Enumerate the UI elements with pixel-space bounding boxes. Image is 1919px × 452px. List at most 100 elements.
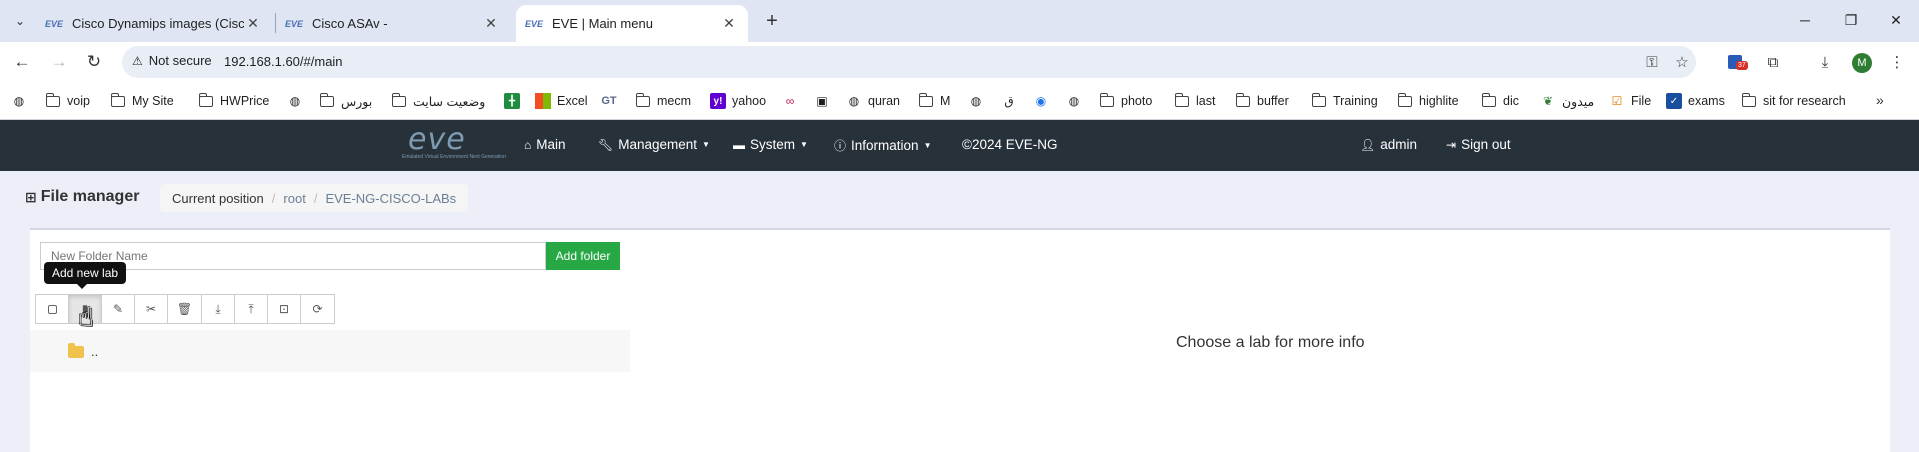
- checklist-icon: ☑: [1611, 94, 1623, 108]
- restore-icon[interactable]: ❐: [1828, 0, 1874, 40]
- delete-button[interactable]: 🗑︎: [168, 295, 201, 323]
- caret-down-icon: ▼: [800, 140, 808, 149]
- new-tab-button[interactable]: +: [758, 8, 786, 34]
- bookmark-my-site[interactable]: My Site: [110, 91, 174, 111]
- bookmark-bourse[interactable]: بورس: [319, 91, 372, 111]
- profile-avatar[interactable]: M: [1852, 53, 1872, 73]
- parent-folder-item[interactable]: ..: [68, 342, 98, 359]
- bookmark-quran[interactable]: ◍ quran: [846, 91, 900, 111]
- nav-information[interactable]: ⓘ Information ▼: [834, 137, 931, 154]
- rings-icon: ∞: [785, 94, 795, 108]
- tab-cisco-asav[interactable]: EVE Cisco ASAv - ✕: [276, 5, 510, 42]
- folder-icon: [1481, 92, 1496, 107]
- bookmark-image[interactable]: ▣: [814, 91, 836, 111]
- eve-logo[interactable]: eve Emulated Virtual Environment Next Ge…: [400, 122, 506, 164]
- gt-icon: GT: [601, 95, 617, 107]
- bookmark-excel[interactable]: Excel: [535, 91, 588, 111]
- bookmark-mecm[interactable]: mecm: [635, 91, 691, 111]
- nav-signout[interactable]: ⇥ Sign out: [1446, 137, 1511, 152]
- bookmark-arabic[interactable]: ق: [1001, 91, 1023, 111]
- user-icon: 👤︎: [1360, 137, 1376, 152]
- bookmark-photo[interactable]: photo: [1099, 91, 1152, 111]
- move-button[interactable]: ✂: [135, 295, 168, 323]
- pencil-icon: ✎: [112, 302, 124, 316]
- bookmark-edge[interactable]: ◉: [1033, 91, 1055, 111]
- bookmark-exams[interactable]: ✓ exams: [1666, 91, 1725, 111]
- export-button[interactable]: ⤓: [202, 295, 235, 323]
- bookmark-highlite[interactable]: highlite: [1397, 91, 1459, 111]
- bookmark-globe[interactable]: ◍: [287, 91, 309, 111]
- nav-management[interactable]: 🔧︎ Management ▼: [598, 137, 710, 152]
- scissors-icon: ✂: [145, 302, 157, 316]
- rename-button[interactable]: ✎: [102, 295, 135, 323]
- bookmark-meydoon[interactable]: ❦ میدون: [1540, 91, 1594, 111]
- bookmark-file[interactable]: ☑ File: [1609, 91, 1652, 111]
- nav-label: Main: [536, 137, 566, 152]
- browser-toolbar: ← → ↻ ⚠ Not secure 192.168.1.60/#/main ⚿…: [0, 42, 1919, 82]
- breadcrumb-current-folder[interactable]: EVE-NG-CISCO-LABs: [325, 191, 456, 206]
- reload-icon[interactable]: ↻: [80, 48, 108, 76]
- close-icon[interactable]: ✕: [720, 15, 738, 33]
- select-all-button[interactable]: [36, 295, 69, 323]
- bookmark-hwprice[interactable]: HWPrice: [198, 91, 269, 111]
- bookmark-m[interactable]: M: [918, 91, 950, 111]
- bookmark-sheets[interactable]: ╋: [504, 91, 526, 111]
- file-actions-group: ⤓ ⤒ ⊡ ⟳: [201, 294, 335, 324]
- close-icon[interactable]: ✕: [482, 15, 500, 33]
- bookmark-buffer[interactable]: buffer: [1235, 91, 1289, 111]
- toggle-view-button[interactable]: ⊡: [268, 295, 301, 323]
- add-folder-button[interactable]: Add folder: [546, 242, 620, 270]
- breadcrumb-separator: /: [313, 190, 318, 206]
- bookmark-sit-for-research[interactable]: sit for research: [1741, 91, 1846, 111]
- signout-icon: ⇥: [1446, 137, 1457, 152]
- bookmark-globe[interactable]: ◍: [1066, 91, 1088, 111]
- bookmark-label: Excel: [557, 94, 588, 108]
- back-icon[interactable]: ←: [8, 48, 36, 76]
- address-bar[interactable]: ⚠ Not secure 192.168.1.60/#/main ⚿ ☆: [122, 46, 1696, 78]
- breadcrumb-label: Current position: [172, 190, 264, 206]
- bookmark-label: sit for research: [1763, 94, 1846, 108]
- tab-cisco-dynamips[interactable]: EVE Cisco Dynamips images (Cisco ✕: [36, 5, 272, 42]
- nav-user[interactable]: 👤︎ admin: [1360, 137, 1417, 152]
- bookmark-last[interactable]: last: [1174, 91, 1215, 111]
- bookmark-rings[interactable]: ∞: [782, 91, 804, 111]
- extension-icon[interactable]: 37: [1724, 51, 1748, 73]
- puzzle-icon[interactable]: ⧉: [1762, 51, 1784, 73]
- nav-system[interactable]: ▬ System ▼: [733, 137, 808, 152]
- checkbox-icon: [47, 304, 57, 314]
- menu-kebab-icon[interactable]: ⋮: [1886, 51, 1908, 73]
- url-text[interactable]: 192.168.1.60/#/main: [224, 54, 343, 69]
- close-window-icon[interactable]: ✕: [1873, 0, 1919, 40]
- main-content: ⊞ File manager Current position / root /…: [0, 171, 1919, 452]
- refresh-button[interactable]: ⟳: [301, 295, 334, 323]
- bookmark-dic[interactable]: dic: [1481, 91, 1519, 111]
- security-indicator[interactable]: ⚠ Not secure: [132, 53, 212, 68]
- tab-eve-main-menu[interactable]: EVE EVE | Main menu ✕: [516, 5, 748, 42]
- forward-icon[interactable]: →: [45, 48, 73, 76]
- image-icon: ▣: [816, 94, 828, 108]
- close-icon[interactable]: ✕: [244, 15, 262, 33]
- download-icon[interactable]: ⤓: [1814, 51, 1836, 73]
- tab-title: EVE | Main menu: [552, 16, 653, 31]
- tab-search-button[interactable]: ⌄: [8, 9, 32, 33]
- globe-icon: ◍: [848, 94, 860, 108]
- bookmark-globe[interactable]: ◍: [968, 91, 990, 111]
- bookmark-yahoo[interactable]: y! yahoo: [710, 91, 766, 111]
- nav-main[interactable]: ⌂ Main: [524, 137, 566, 152]
- chevron-right-double-icon[interactable]: »: [1876, 92, 1884, 108]
- bookmark-label: dic: [1503, 94, 1519, 108]
- bookmark-gt[interactable]: GT: [601, 91, 623, 111]
- bookmark-label: My Site: [132, 94, 174, 108]
- bookmark-label: quran: [868, 94, 900, 108]
- yahoo-icon: y!: [710, 93, 726, 109]
- bookmark-star-icon[interactable]: ☆: [1672, 52, 1692, 72]
- bookmark-globe[interactable]: ◍: [11, 91, 33, 111]
- minimize-icon[interactable]: ─: [1782, 0, 1828, 40]
- bookmark-training[interactable]: Training: [1311, 91, 1378, 111]
- import-button[interactable]: ⤒: [235, 295, 268, 323]
- bookmark-voip[interactable]: voip: [45, 91, 90, 111]
- breadcrumb-root[interactable]: root: [283, 191, 305, 206]
- password-key-icon[interactable]: ⚿: [1642, 52, 1662, 72]
- bookmark-site-status[interactable]: وضعیت سایت: [391, 91, 485, 111]
- wrench-icon: 🔧︎: [598, 137, 614, 152]
